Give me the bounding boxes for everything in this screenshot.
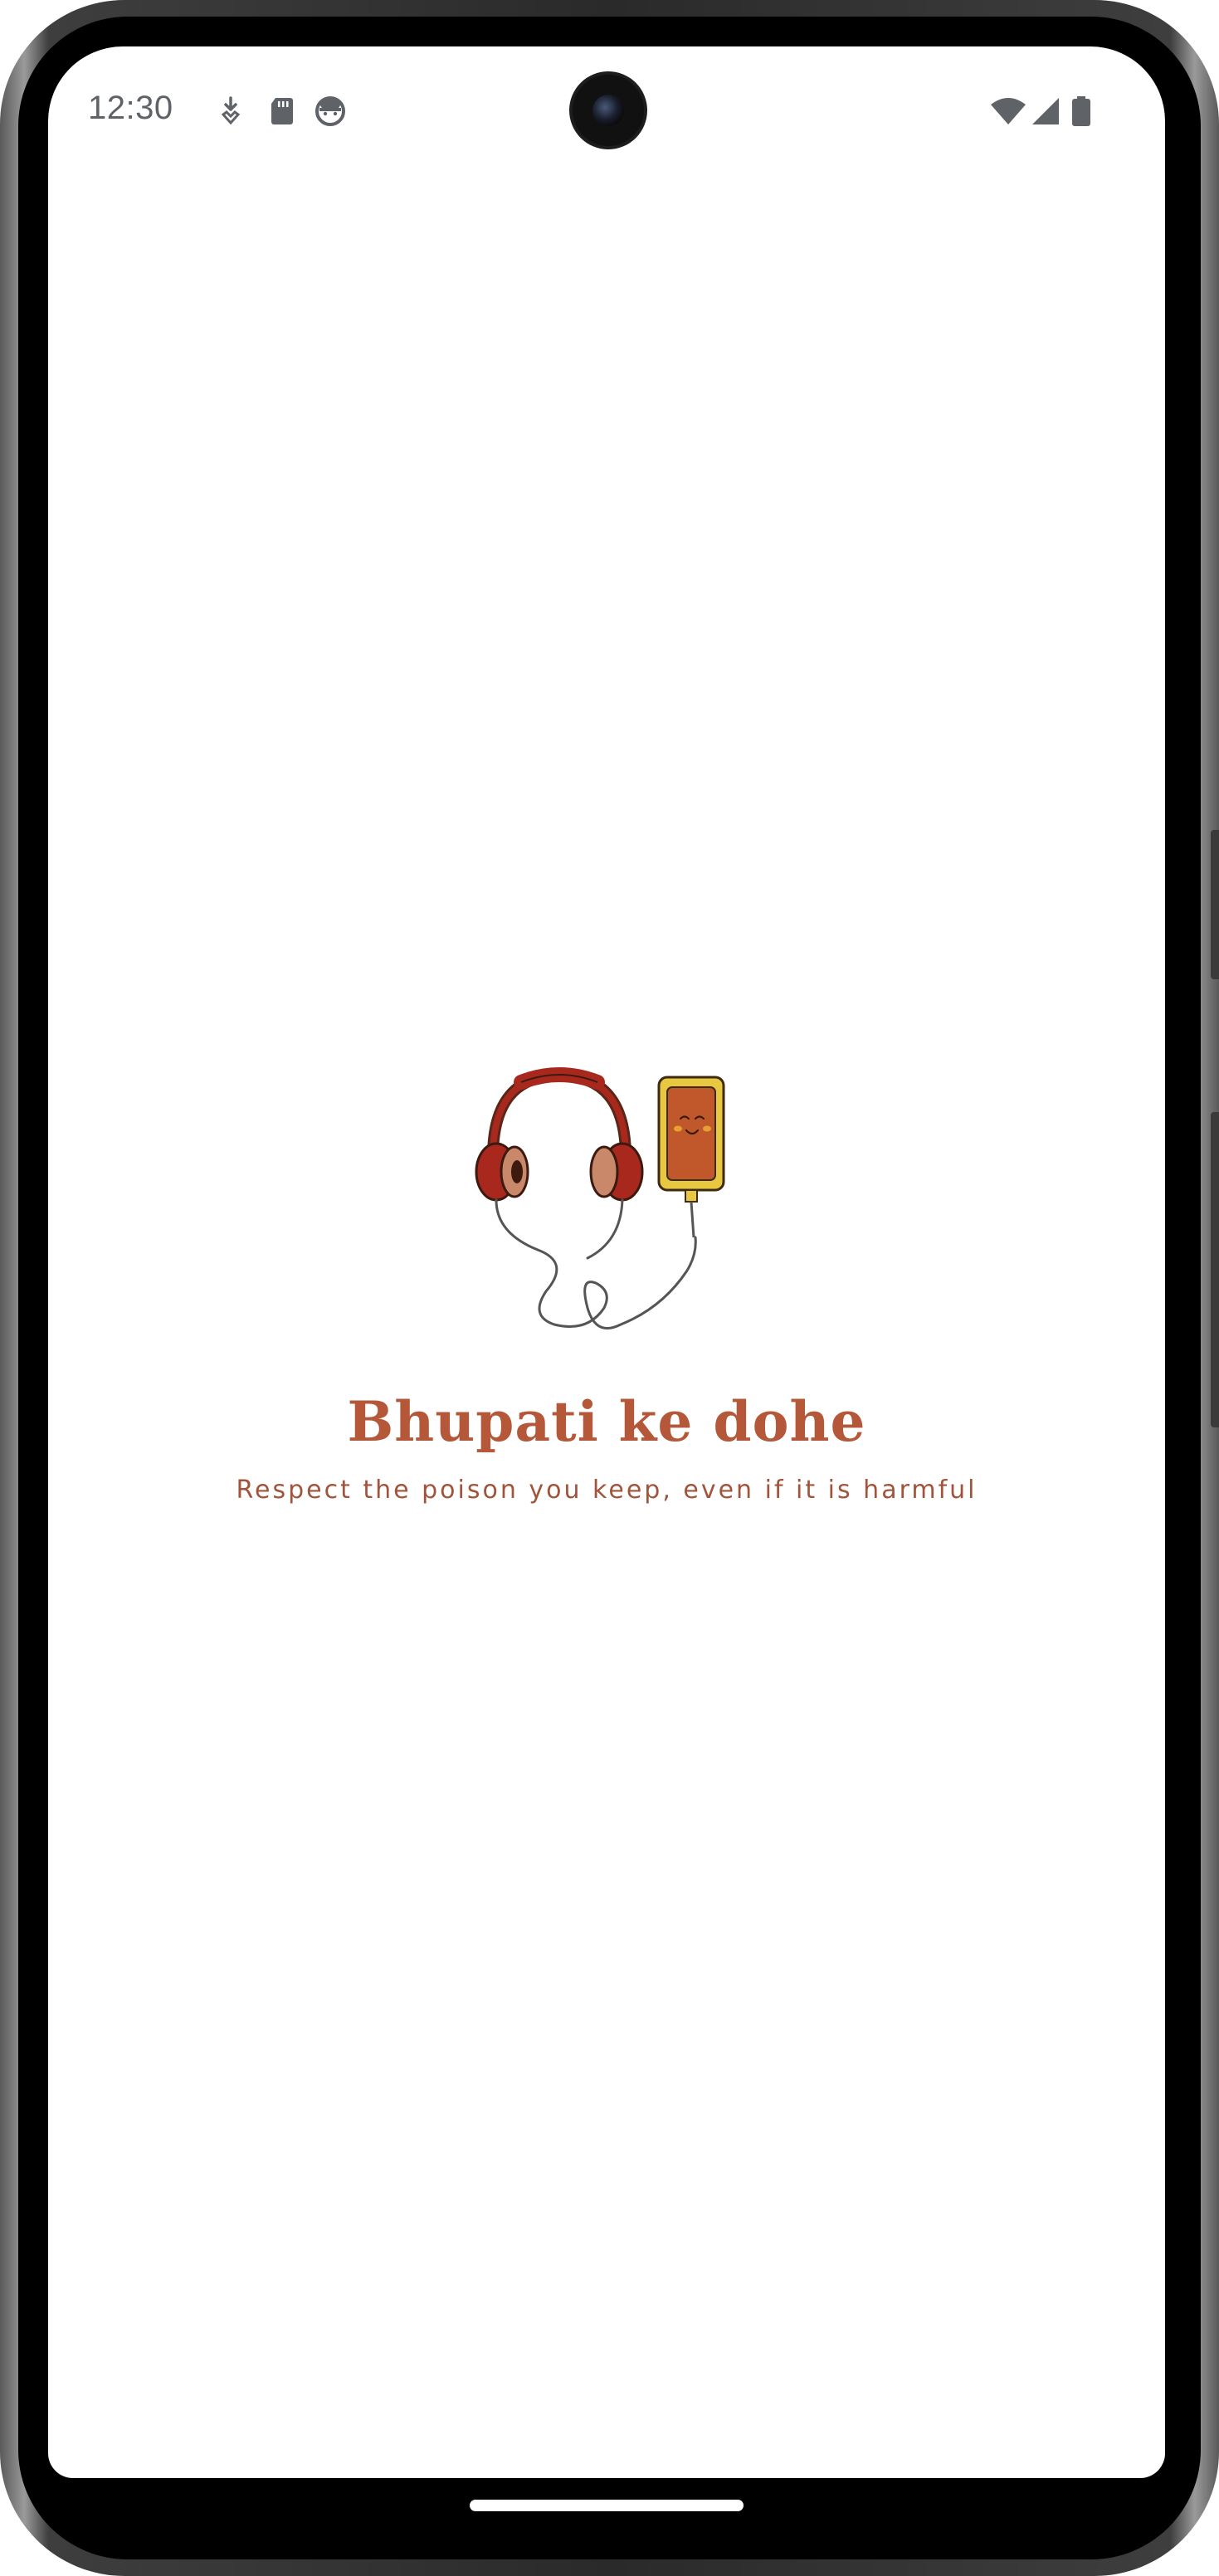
home-indicator[interactable] — [470, 2500, 744, 2511]
headphones-phone-logo-icon — [475, 1067, 725, 1329]
app-screen: 12:30 Bhupati ke dohe Respect the poison… — [48, 46, 1165, 2478]
app-tagline: Respect the poison you keep, even if it … — [236, 1476, 978, 1505]
app-title: Bhupati ke dohe — [347, 1389, 866, 1454]
volume-button — [1211, 830, 1219, 979]
gesture-nav-bar — [48, 2478, 1165, 2528]
device-screenshot: 12:30 Bhupati ke dohe Respect the poison… — [0, 0, 1219, 2576]
splash-content: Bhupati ke dohe Respect the poison you k… — [48, 46, 1165, 2478]
power-button — [1211, 1112, 1219, 1427]
